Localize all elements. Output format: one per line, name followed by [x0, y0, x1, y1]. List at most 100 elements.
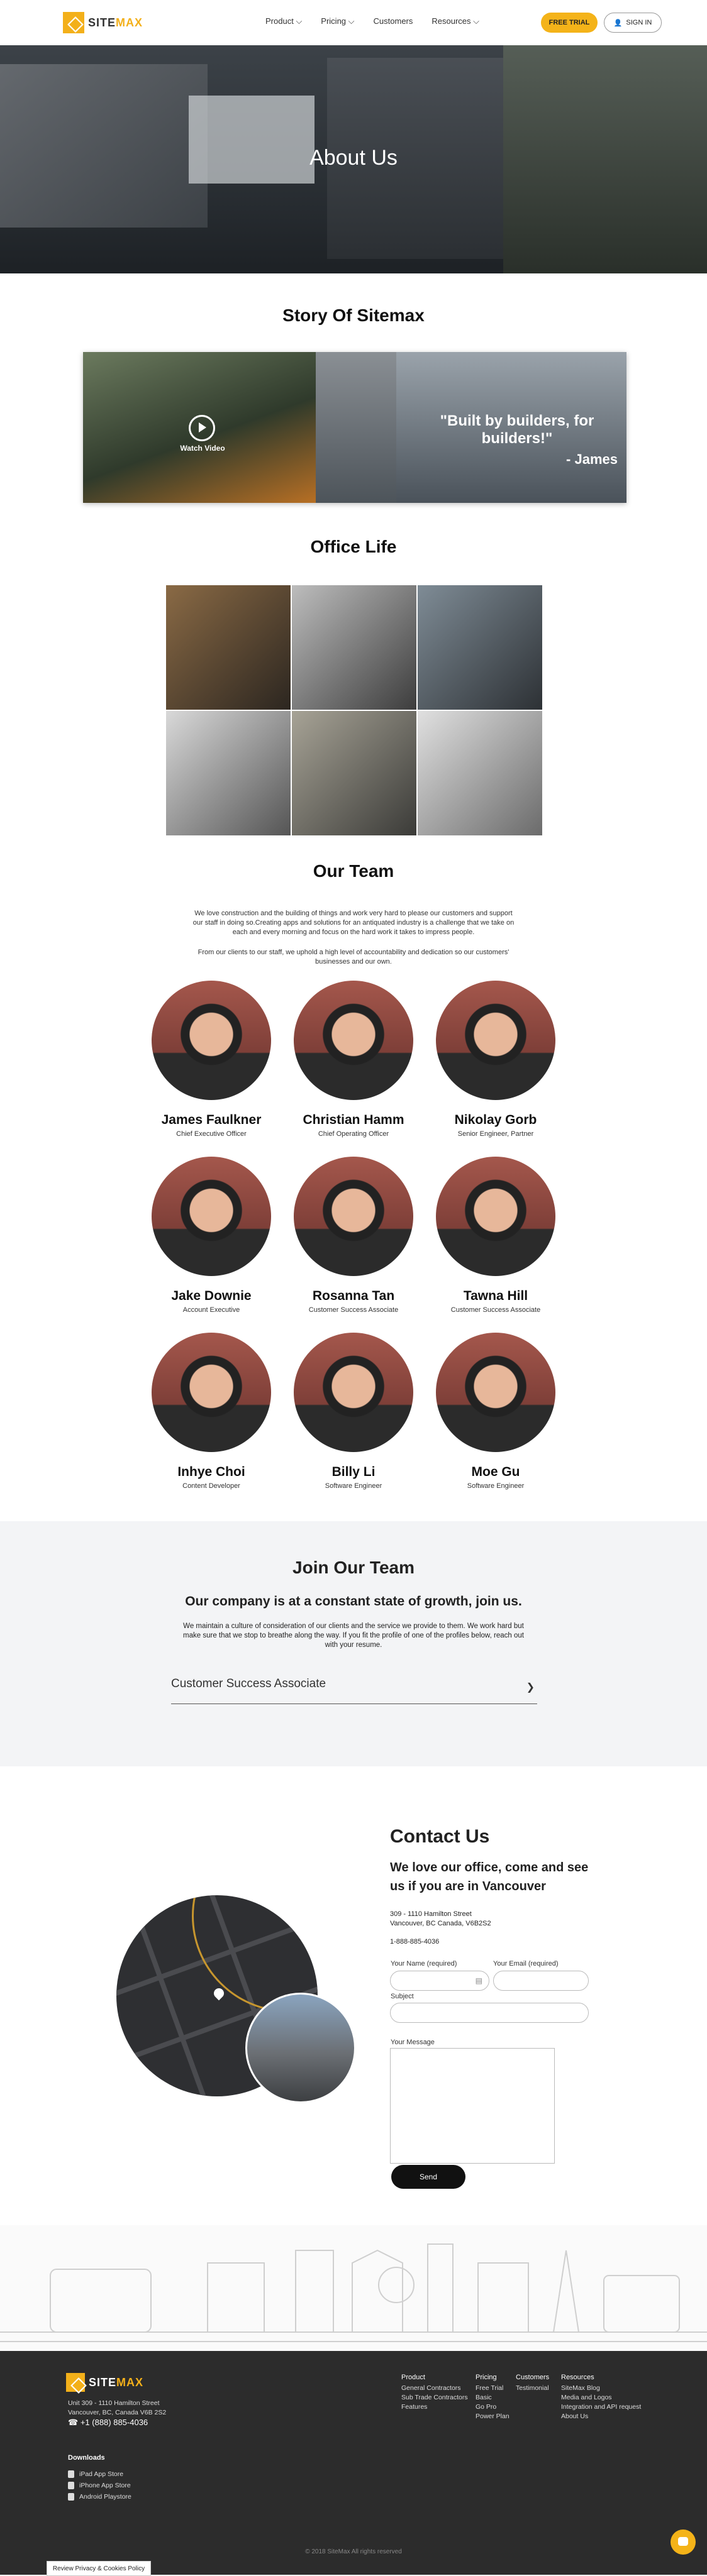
team-member: Inhye Choi Content Developer [136, 1333, 287, 1490]
nav-customers[interactable]: Customers [374, 16, 413, 26]
subject-label: Subject [391, 1993, 414, 2000]
ipad-app-store-link[interactable]: iPad App Store [68, 2470, 131, 2478]
chat-icon[interactable] [671, 2529, 696, 2555]
footer-link[interactable]: SiteMax Blog [561, 2384, 641, 2393]
footer-col-head[interactable]: Resources [561, 2374, 641, 2381]
nav-links: Product ⌵ Pricing ⌵ Customers Resources … [265, 16, 498, 26]
office-photo [417, 585, 543, 710]
footer-link[interactable]: Testimonial [516, 2384, 549, 2393]
send-button[interactable]: Send [391, 2165, 465, 2189]
avatar [152, 1333, 271, 1452]
footer-link[interactable]: Integration and API request [561, 2403, 641, 2412]
footer-link[interactable]: Sub Trade Contractors [401, 2393, 468, 2403]
nav-pricing[interactable]: Pricing ⌵ [321, 16, 354, 26]
contact-title: Contact Us [390, 1826, 490, 1847]
team-member: Billy Li Software Engineer [278, 1333, 429, 1490]
logo-text: SITE [89, 2375, 117, 2389]
job-select[interactable]: Customer Success Associate ❯ [171, 1677, 537, 1704]
message-label: Your Message [391, 2039, 435, 2046]
join-text: We maintain a culture of consideration o… [183, 1622, 524, 1649]
member-name: Billy Li [331, 1465, 376, 1479]
avatar [294, 1157, 413, 1276]
member-role: Account Executive [182, 1306, 240, 1314]
message-field[interactable] [390, 2048, 555, 2164]
office-building-photo [245, 1993, 356, 2103]
play-store-icon [68, 2493, 74, 2501]
android-playstore-link[interactable]: Android Playstore [68, 2493, 131, 2501]
nav-resources[interactable]: Resources ⌵ [431, 16, 479, 26]
downloads-title: Downloads [68, 2454, 105, 2462]
downloads-list: iPad App Store iPhone App Store Android … [68, 2470, 131, 2504]
cookie-policy-button[interactable]: Review Privacy & Cookies Policy [47, 2561, 151, 2576]
name-field[interactable]: ▤ [390, 1971, 489, 1991]
quote-author: - James [566, 451, 618, 467]
chevron-down-icon: ⌵ [296, 16, 303, 26]
story-title: Story Of Sitemax [282, 305, 425, 325]
logo-text-accent: MAX [116, 16, 143, 29]
office-title: Office Life [310, 537, 397, 556]
footer-col-head[interactable]: Product [401, 2374, 468, 2381]
avatar [152, 981, 271, 1100]
footer-link[interactable]: General Contractors [401, 2384, 468, 2393]
story-video-banner[interactable]: Watch Video "Built by builders, for buil… [83, 352, 626, 503]
apple-icon [68, 2470, 74, 2478]
hero-banner: About Us [0, 45, 707, 273]
join-title: Join Our Team [292, 1558, 415, 1577]
footer-col-customers: Customers Testimonial [516, 2374, 549, 2393]
team-member: James Faulkner Chief Executive Officer [136, 981, 287, 1138]
team-member: Christian Hamm Chief Operating Officer [278, 981, 429, 1138]
contact-address: 309 - 1110 Hamilton Street Vancouver, BC … [390, 1910, 491, 1927]
subject-field[interactable] [390, 2003, 589, 2023]
office-photo-grid [165, 585, 543, 836]
team-member: Moe Gu Software Engineer [420, 1333, 571, 1490]
footer-col-head[interactable]: Customers [516, 2374, 549, 2381]
map-pin-icon [211, 1986, 226, 2001]
footer-link[interactable]: Basic [476, 2393, 509, 2403]
footer-link[interactable]: Go Pro [476, 2403, 509, 2412]
footer-link[interactable]: Free Trial [476, 2384, 509, 2393]
footer-logo[interactable]: SITEMAX [66, 2370, 143, 2395]
member-role: Software Engineer [467, 1482, 525, 1490]
member-role: Software Engineer [325, 1482, 382, 1490]
footer-phone[interactable]: ☎ +1 (888) 885-4036 [68, 2418, 148, 2428]
footer-link[interactable]: Features [401, 2403, 468, 2412]
member-role: Chief Executive Officer [176, 1130, 247, 1138]
footer-col-head[interactable]: Pricing [476, 2374, 509, 2381]
footer-link[interactable]: Power Plan [476, 2412, 509, 2421]
watch-video-label[interactable]: Watch Video [171, 444, 234, 453]
copyright: © 2018 SiteMax All rights reserved [305, 2548, 402, 2555]
play-icon[interactable] [189, 415, 215, 441]
phone-icon: ☎ [68, 2418, 79, 2427]
sign-in-button[interactable]: 👤 SIGN IN [604, 13, 662, 33]
sitemax-logo[interactable]: SITEMAX [63, 10, 143, 35]
office-photo [417, 710, 543, 836]
iphone-app-store-link[interactable]: iPhone App Store [68, 2482, 131, 2489]
chevron-down-icon: ⌵ [473, 16, 480, 26]
member-role: Customer Success Associate [308, 1306, 399, 1314]
office-photo [291, 585, 417, 710]
member-name: Inhye Choi [177, 1465, 245, 1479]
logo-text: SITE [88, 16, 116, 29]
contact-phone: 1-888-885-4036 [390, 1938, 440, 1946]
team-title: Our Team [313, 861, 394, 881]
member-name: Tawna Hill [463, 1289, 528, 1303]
free-trial-button[interactable]: FREE TRIAL [541, 13, 598, 33]
hero-photo-monitor [189, 96, 315, 184]
nav-product[interactable]: Product ⌵ [265, 16, 302, 26]
footer-link[interactable]: Media and Logos [561, 2393, 641, 2403]
member-role: Senior Engineer, Partner [457, 1130, 534, 1138]
top-navbar: SITEMAX Product ⌵ Pricing ⌵ Customers Re… [0, 0, 707, 46]
member-name: Rosanna Tan [312, 1289, 395, 1303]
apple-icon [68, 2482, 74, 2489]
office-photo [291, 710, 417, 836]
team-intro: We love construction and the building of… [192, 910, 515, 936]
avatar [294, 981, 413, 1100]
email-label: Your Email (required) [493, 1960, 559, 1968]
footer-link[interactable]: About Us [561, 2412, 641, 2421]
member-name: Jake Downie [171, 1289, 252, 1303]
office-photo [165, 585, 291, 710]
email-field[interactable] [493, 1971, 589, 1991]
autofill-icon: ▤ [475, 1976, 482, 1985]
avatar [436, 1157, 555, 1276]
page-title: About Us [309, 146, 398, 170]
